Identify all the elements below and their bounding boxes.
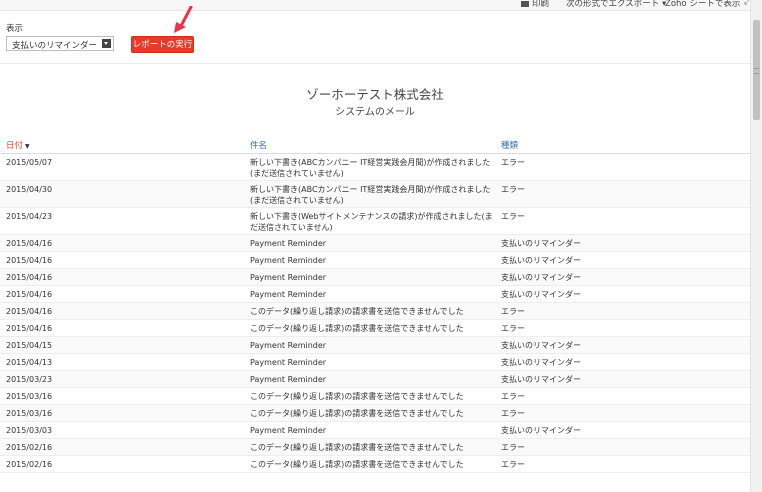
row-type: 支払いのリマインダー bbox=[501, 341, 581, 350]
row-subject: Payment Reminder bbox=[250, 273, 327, 282]
divider bbox=[0, 63, 750, 64]
scrollbar-grip-icon bbox=[754, 68, 759, 74]
dropdown-arrow-icon[interactable] bbox=[102, 39, 111, 48]
row-date: 2015/03/23 bbox=[6, 375, 53, 384]
vertical-scrollbar[interactable] bbox=[750, 0, 762, 492]
table-row[interactable]: 2015/04/16 Payment Reminder 支払いのリマインダー bbox=[0, 252, 750, 269]
zoho-sheet-link[interactable]: Zoho シートで表示 bbox=[665, 0, 740, 9]
run-report-button[interactable]: レポートの実行 bbox=[131, 36, 194, 53]
row-subject: 新しい下書き(ABCカンパニー IT経営実践会月間)が作成されました(まだ送信さ… bbox=[250, 185, 491, 205]
row-date: 2015/04/15 bbox=[6, 341, 53, 350]
table-row[interactable]: 2015/04/16 Payment Reminder 支払いのリマインダー bbox=[0, 269, 750, 286]
report-type-value: 支払いのリマインダー bbox=[12, 41, 98, 51]
row-date: 2015/04/16 bbox=[6, 273, 53, 282]
table-row[interactable]: 2015/03/16 このデータ(繰り返し請求)の請求書を送信できませんでした エラ… bbox=[0, 388, 750, 405]
print-label: 印刷 bbox=[532, 0, 550, 9]
table-row[interactable]: 2015/04/23 新しい下書き(Webサイトメンテナンスの請求)が作成されまし… bbox=[0, 208, 750, 235]
table-row[interactable]: 2015/04/16 このデータ(繰り返し請求)の請求書を送信できませんでした エラ… bbox=[0, 303, 750, 320]
company-name: ゾーホーテスト株式会社 bbox=[306, 87, 444, 102]
row-subject: Payment Reminder bbox=[250, 358, 327, 367]
row-subject: Payment Reminder bbox=[250, 426, 327, 435]
row-date: 2015/03/03 bbox=[6, 426, 53, 435]
row-subject: このデータ(繰り返し請求)の請求書を送信できませんでした bbox=[250, 460, 464, 469]
row-subject: Payment Reminder bbox=[250, 256, 327, 265]
row-date: 2015/03/16 bbox=[6, 392, 53, 401]
row-date: 2015/04/13 bbox=[6, 358, 53, 367]
row-type: エラー bbox=[501, 307, 525, 316]
row-date: 2015/04/23 bbox=[6, 212, 53, 221]
table-row[interactable]: 2015/04/16 このデータ(繰り返し請求)の請求書を送信できませんでした エラ… bbox=[0, 320, 750, 337]
row-date: 2015/04/16 bbox=[6, 290, 53, 299]
sort-desc-icon: ▼ bbox=[25, 143, 30, 150]
column-header-date-label: 日付 bbox=[6, 141, 24, 151]
row-subject: 新しい下書き(Webサイトメンテナンスの請求)が作成されました(まだ送信されてい… bbox=[250, 212, 493, 232]
row-subject: 新しい下書き(ABCカンパニー IT経営実践会月間)が作成されました(まだ送信さ… bbox=[250, 158, 491, 178]
table-header: 日付 ▼ 件名 種類 bbox=[0, 137, 750, 154]
column-header-type[interactable]: 種類 bbox=[501, 139, 518, 151]
row-date: 2015/03/16 bbox=[6, 409, 53, 418]
row-date: 2015/04/16 bbox=[6, 307, 53, 316]
row-subject: このデータ(繰り返し請求)の請求書を送信できませんでした bbox=[250, 392, 464, 401]
row-type: エラー bbox=[501, 212, 525, 221]
annotation-arrow-icon bbox=[174, 6, 193, 33]
row-type: 支払いのリマインダー bbox=[501, 256, 581, 265]
show-label: 表示 bbox=[6, 24, 24, 34]
table-row[interactable]: 2015/03/16 このデータ(繰り返し請求)の請求書を送信できませんでした エラ… bbox=[0, 405, 750, 422]
table-body: 2015/05/07 新しい下書き(ABCカンパニー IT経営実践会月間)が作成さ… bbox=[0, 154, 750, 473]
report-type-select[interactable]: 支払いのリマインダー bbox=[6, 36, 114, 51]
row-subject: Payment Reminder bbox=[250, 375, 327, 384]
table-row[interactable]: 2015/02/16 このデータ(繰り返し請求)の請求書を送信できませんでした エラ… bbox=[0, 456, 750, 473]
table-row[interactable]: 2015/03/23 Payment Reminder 支払いのリマインダー bbox=[0, 371, 750, 388]
row-date: 2015/02/16 bbox=[6, 443, 53, 452]
table-row[interactable]: 2015/04/16 Payment Reminder 支払いのリマインダー bbox=[0, 286, 750, 303]
row-date: 2015/02/16 bbox=[6, 460, 53, 469]
row-date: 2015/04/16 bbox=[6, 256, 53, 265]
column-header-date[interactable]: 日付 ▼ bbox=[6, 139, 30, 151]
row-subject: このデータ(繰り返し請求)の請求書を送信できませんでした bbox=[250, 409, 464, 418]
table-row[interactable]: 2015/03/03 Payment Reminder 支払いのリマインダー bbox=[0, 422, 750, 439]
row-type: エラー bbox=[501, 443, 525, 452]
row-type: 支払いのリマインダー bbox=[501, 358, 581, 367]
export-menu[interactable]: 次の形式でエクスポート ▾ bbox=[566, 0, 666, 9]
row-date: 2015/04/16 bbox=[6, 239, 53, 248]
row-subject: このデータ(繰り返し請求)の請求書を送信できませんでした bbox=[250, 324, 464, 333]
row-subject: このデータ(繰り返し請求)の請求書を送信できませんでした bbox=[250, 443, 464, 452]
row-type: エラー bbox=[501, 392, 525, 401]
row-type: 支払いのリマインダー bbox=[501, 290, 581, 299]
row-type: エラー bbox=[501, 324, 525, 333]
row-subject: Payment Reminder bbox=[250, 290, 327, 299]
table-row[interactable]: 2015/04/13 Payment Reminder 支払いのリマインダー bbox=[0, 354, 750, 371]
column-header-subject[interactable]: 件名 bbox=[250, 139, 267, 151]
row-type: エラー bbox=[501, 409, 525, 418]
row-subject: このデータ(繰り返し請求)の請求書を送信できませんでした bbox=[250, 307, 464, 316]
row-type: 支払いのリマインダー bbox=[501, 426, 581, 435]
print-menu[interactable]: 印刷 bbox=[521, 0, 549, 9]
printer-icon bbox=[521, 0, 529, 7]
row-type: エラー bbox=[501, 158, 525, 167]
table-row[interactable]: 2015/04/15 Payment Reminder 支払いのリマインダー bbox=[0, 337, 750, 354]
row-subject: Payment Reminder bbox=[250, 341, 327, 350]
table-row[interactable]: 2015/02/16 このデータ(繰り返し請求)の請求書を送信できませんでした エラ… bbox=[0, 439, 750, 456]
table-row[interactable]: 2015/05/07 新しい下書き(ABCカンパニー IT経営実践会月間)が作成さ… bbox=[0, 154, 750, 181]
top-toolbar: 印刷 次の形式でエクスポート ▾ Zoho シートで表示 ⤢ bbox=[0, 0, 751, 11]
row-subject: Payment Reminder bbox=[250, 239, 327, 248]
row-type: 支払いのリマインダー bbox=[501, 273, 581, 282]
row-type: 支払いのリマインダー bbox=[501, 239, 581, 248]
row-date: 2015/05/07 bbox=[6, 158, 53, 167]
row-date: 2015/04/30 bbox=[6, 185, 53, 194]
table-row[interactable]: 2015/04/30 新しい下書き(ABCカンパニー IT経営実践会月間)が作成さ… bbox=[0, 181, 750, 208]
row-date: 2015/04/16 bbox=[6, 324, 53, 333]
report-title: システムのメール bbox=[335, 107, 415, 118]
table-row[interactable]: 2015/04/16 Payment Reminder 支払いのリマインダー bbox=[0, 235, 750, 252]
row-type: 支払いのリマインダー bbox=[501, 375, 581, 384]
row-type: エラー bbox=[501, 185, 525, 194]
row-type: エラー bbox=[501, 460, 525, 469]
export-label: 次の形式でエクスポート bbox=[566, 0, 660, 9]
